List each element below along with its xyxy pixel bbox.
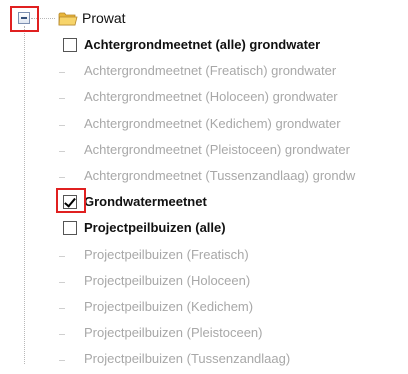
tree-item-label: Projectpeilbuizen (Freatisch) — [84, 247, 249, 262]
tree-connector-tick — [59, 125, 65, 126]
tree-item-label: Projectpeilbuizen (Kedichem) — [84, 299, 254, 314]
folder-icon — [58, 12, 78, 26]
tree-item-label: Projectpeilbuizen (Pleistoceen) — [84, 325, 263, 340]
tree-connector-tick — [59, 308, 65, 309]
tree-connector-tick — [59, 360, 65, 361]
tree-connector-tick — [59, 98, 65, 99]
tree-item-label[interactable]: Projectpeilbuizen (alle) — [84, 219, 226, 236]
tree-connector-tick — [59, 72, 65, 73]
root-node-label[interactable]: Prowat — [82, 9, 126, 27]
collapse-icon[interactable] — [18, 12, 30, 24]
tree-connector-tick — [59, 282, 65, 283]
checkbox[interactable] — [63, 38, 77, 52]
tree-item-label[interactable]: Achtergrondmeetnet (alle) grondwater — [84, 36, 320, 53]
tree-connector-tick — [59, 151, 65, 152]
tree-item-label: Achtergrondmeetnet (Pleistoceen) grondwa… — [84, 142, 350, 157]
tree-item-label: Projectpeilbuizen (Holoceen) — [84, 273, 251, 288]
tree-item-label: Achtergrondmeetnet (Freatisch) grondwate… — [84, 63, 337, 78]
tree-item-label: Achtergrondmeetnet (Holoceen) grondwater — [84, 89, 338, 104]
checkbox[interactable] — [63, 221, 77, 235]
layer-tree: Prowat Achtergrondmeetnet (alle) grondwa… — [0, 0, 408, 374]
tree-item-label[interactable]: Grondwatermeetnet — [84, 193, 207, 210]
tree-item-label: Projectpeilbuizen (Tussenzandlaag) — [84, 351, 291, 366]
tree-connector-line — [24, 26, 25, 364]
tree-item-label: Achtergrondmeetnet (Tussenzandlaag) gron… — [84, 168, 356, 183]
checkbox-highlight — [56, 188, 86, 213]
tree-connector-tick — [59, 256, 65, 257]
tree-connector-tick — [59, 334, 65, 335]
tree-connector-tick — [59, 177, 65, 178]
tree-item-label: Achtergrondmeetnet (Kedichem) grondwater — [84, 116, 341, 131]
